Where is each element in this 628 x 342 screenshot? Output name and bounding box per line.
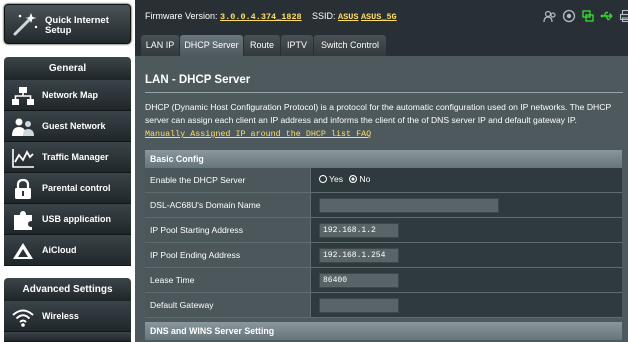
sidebar-item-usb-application[interactable]: USB application bbox=[4, 204, 131, 235]
default-gateway-label: Default Gateway bbox=[145, 293, 311, 318]
ssid-5g-link[interactable]: ASUS_5G bbox=[361, 12, 397, 22]
sidebar-item-network-map[interactable]: Network Map bbox=[4, 80, 131, 111]
sidebar-item-label: Parental control bbox=[42, 183, 111, 193]
sidebar-item-label: AiCloud bbox=[42, 245, 77, 255]
firmware-label: Firmware Version: bbox=[145, 11, 218, 21]
tab-lan-ip[interactable]: LAN IP bbox=[141, 35, 179, 56]
sidebar-item-lan[interactable] bbox=[4, 332, 131, 342]
globe-icon[interactable] bbox=[562, 9, 576, 23]
pool-start-row: IP Pool Starting Address 192.168.1.2 bbox=[145, 218, 622, 243]
domain-name-input[interactable] bbox=[319, 198, 499, 213]
quick-internet-setup-label: Quick Internet Setup bbox=[45, 15, 109, 36]
sidebar: Quick Internet Setup General Network Map… bbox=[0, 0, 135, 342]
pool-start-label: IP Pool Starting Address bbox=[145, 218, 311, 243]
page-title: LAN - DHCP Server bbox=[145, 74, 251, 86]
sidebar-item-traffic-manager[interactable]: Traffic Manager bbox=[4, 142, 131, 173]
ssid-info: SSID: ASUS ASUS_5G bbox=[312, 11, 397, 22]
sidebar-item-guest-network[interactable]: Guest Network bbox=[4, 111, 131, 142]
tab-dhcp-server[interactable]: DHCP Server bbox=[180, 35, 243, 56]
printer-icon[interactable] bbox=[619, 9, 628, 23]
sidebar-item-aicloud[interactable]: AiCloud bbox=[4, 235, 131, 266]
firmware-version-link[interactable]: 3.0.0.4.374_1828 bbox=[220, 12, 302, 22]
lease-time-input[interactable]: 86400 bbox=[319, 273, 399, 288]
sidebar-item-label: Traffic Manager bbox=[42, 152, 109, 162]
general-section-header: General bbox=[4, 57, 131, 80]
default-gateway-input[interactable] bbox=[319, 298, 399, 313]
pool-start-input[interactable]: 192.168.1.2 bbox=[319, 223, 399, 238]
sidebar-item-label: Network Map bbox=[42, 90, 99, 100]
enable-dhcp-row: Enable the DHCP Server Yes No bbox=[145, 168, 622, 193]
sidebar-item-label: Wireless bbox=[42, 311, 79, 321]
puzzle-icon bbox=[14, 211, 32, 230]
enable-dhcp-yes-label: Yes bbox=[329, 174, 344, 184]
ssid-label: SSID: bbox=[312, 11, 336, 21]
sidebar-item-label: USB application bbox=[42, 214, 112, 224]
default-gateway-row: Default Gateway bbox=[145, 293, 622, 318]
domain-name-label: DSL-AC68U's Domain Name bbox=[145, 193, 311, 218]
usb-icon[interactable] bbox=[600, 9, 614, 23]
title-divider bbox=[145, 92, 623, 93]
magic-wand-icon bbox=[13, 13, 38, 36]
enable-dhcp-yes-radio[interactable] bbox=[319, 175, 327, 183]
faq-link[interactable]: Manually Assigned IP around the DHCP lis… bbox=[145, 129, 371, 139]
lease-time-row: Lease Time 86400 bbox=[145, 268, 622, 293]
guest-network-icon bbox=[12, 118, 34, 136]
traffic-manager-icon bbox=[12, 149, 34, 168]
enable-dhcp-no-label: No bbox=[359, 174, 371, 184]
basic-config-header: Basic Config bbox=[145, 150, 622, 168]
pool-end-label: IP Pool Ending Address bbox=[145, 243, 311, 268]
pool-end-input[interactable]: 192.168.1.254 bbox=[319, 248, 399, 263]
ssid-2g-link[interactable]: ASUS bbox=[338, 12, 358, 22]
tab-iptv[interactable]: IPTV bbox=[281, 35, 313, 56]
tab-switch-control[interactable]: Switch Control bbox=[314, 35, 386, 56]
wifi-icon bbox=[12, 309, 34, 327]
enable-dhcp-label: Enable the DHCP Server bbox=[145, 168, 311, 193]
enable-dhcp-radio-group: Yes No bbox=[319, 174, 370, 184]
dns-wins-header: DNS and WINS Server Setting bbox=[145, 322, 622, 340]
sidebar-item-label: Guest Network bbox=[42, 121, 106, 131]
sidebar-item-parental-control[interactable]: Parental control bbox=[4, 173, 131, 204]
network-map-icon bbox=[12, 87, 34, 105]
enable-dhcp-no-radio[interactable] bbox=[349, 175, 358, 183]
aicloud-icon bbox=[13, 243, 33, 259]
domain-name-row: DSL-AC68U's Domain Name bbox=[145, 193, 622, 218]
network-status-icon[interactable] bbox=[581, 9, 595, 23]
clients-icon[interactable] bbox=[543, 9, 557, 23]
top-status-bar: Firmware Version: 3.0.0.4.374_1828 SSID:… bbox=[135, 0, 628, 32]
quick-internet-setup-button[interactable]: Quick Internet Setup bbox=[4, 4, 131, 44]
advanced-settings-header: Advanced Settings bbox=[4, 278, 131, 301]
page-description: DHCP (Dynamic Host Configuration Protoco… bbox=[145, 102, 612, 125]
tab-bar: LAN IP DHCP Server Route IPTV Switch Con… bbox=[135, 32, 628, 56]
pool-end-row: IP Pool Ending Address 192.168.1.254 bbox=[145, 243, 622, 268]
sidebar-item-wireless[interactable]: Wireless bbox=[4, 301, 131, 332]
main-panel: LAN - DHCP Server DHCP (Dynamic Host Con… bbox=[135, 56, 628, 342]
firmware-info: Firmware Version: 3.0.0.4.374_1828 bbox=[145, 11, 302, 22]
lock-icon bbox=[15, 178, 31, 199]
lease-time-label: Lease Time bbox=[145, 268, 311, 293]
tab-route[interactable]: Route bbox=[244, 35, 280, 56]
